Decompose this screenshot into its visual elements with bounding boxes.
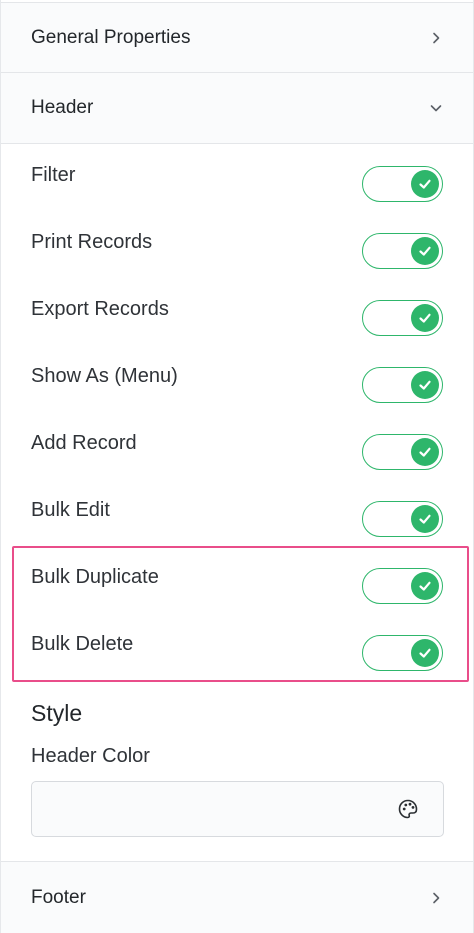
bulk-duplicate-toggle[interactable]: [362, 567, 443, 604]
section-title: General Properties: [31, 26, 191, 48]
toggle-row-print-records: Print Records: [1, 217, 473, 284]
check-icon: [411, 638, 439, 667]
section-header[interactable]: Header: [1, 73, 473, 144]
toggle-row-bulk-edit: Bulk Edit: [1, 485, 473, 552]
toggle-label: Print Records: [31, 231, 153, 253]
check-icon: [411, 437, 439, 466]
check-icon: [411, 370, 439, 399]
header-color-label: Header Color: [31, 745, 150, 767]
check-icon: [411, 169, 439, 198]
toggle-label: Bulk Edit: [31, 499, 110, 521]
properties-panel: General Properties Header Filter Print R…: [0, 0, 474, 933]
toggle-row-show-as-menu: Show As (Menu): [1, 351, 473, 418]
check-icon: [411, 571, 439, 600]
toggle-row-bulk-delete: Bulk Delete: [1, 619, 473, 686]
toggle-row-bulk-duplicate: Bulk Duplicate: [1, 552, 473, 619]
show-as-menu-toggle[interactable]: [362, 366, 443, 403]
toggle-label: Export Records: [31, 298, 169, 320]
section-general-properties[interactable]: General Properties: [1, 2, 473, 73]
chevron-down-icon: [429, 101, 443, 115]
toggle-label: Filter: [31, 164, 76, 186]
section-footer[interactable]: Footer: [1, 861, 473, 933]
toggle-row-add-record: Add Record: [1, 418, 473, 485]
section-title: Footer: [31, 886, 86, 908]
bulk-edit-toggle[interactable]: [362, 500, 443, 537]
toggle-label: Bulk Duplicate: [31, 566, 159, 588]
toggle-label: Show As (Menu): [31, 365, 178, 387]
check-icon: [411, 236, 439, 265]
chevron-right-icon: [429, 31, 443, 45]
check-icon: [411, 303, 439, 332]
export-records-toggle[interactable]: [362, 299, 443, 336]
add-record-toggle[interactable]: [362, 433, 443, 470]
section-title: Header: [31, 97, 94, 118]
check-icon: [411, 504, 439, 533]
toggle-row-filter: Filter: [1, 150, 473, 217]
header-color-input[interactable]: [31, 781, 444, 837]
palette-icon[interactable]: [397, 798, 419, 820]
toggle-label: Bulk Delete: [31, 633, 134, 655]
print-records-toggle[interactable]: [362, 232, 443, 269]
style-section-title: Style: [31, 700, 83, 726]
toggle-label: Add Record: [31, 432, 137, 454]
toggle-row-export-records: Export Records: [1, 284, 473, 351]
bulk-delete-toggle[interactable]: [362, 634, 443, 671]
filter-toggle[interactable]: [362, 165, 443, 202]
chevron-right-icon: [429, 891, 443, 905]
